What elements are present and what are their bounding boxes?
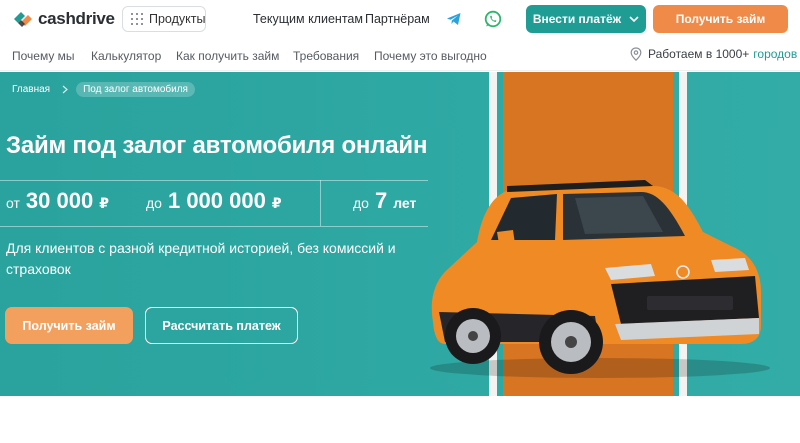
- make-payment-button[interactable]: Внести платёж: [526, 5, 646, 33]
- products-menu-button[interactable]: Продукты: [122, 6, 206, 32]
- stat-value: 30 000: [25, 188, 94, 213]
- get-loan-button[interactable]: Получить займ: [5, 307, 133, 344]
- location-pin-icon: [630, 47, 642, 61]
- breadcrumb-current: Под залог автомобиля: [76, 82, 195, 97]
- page-body: [0, 396, 800, 443]
- nav-why-profitable[interactable]: Почему это выгодно: [374, 49, 487, 63]
- telegram-icon[interactable]: [444, 9, 464, 29]
- stat-unit: ₽: [99, 195, 109, 211]
- stat-unit: ₽: [271, 195, 282, 211]
- stat-value: 1 000 000: [167, 188, 266, 213]
- nav-why-us[interactable]: Почему мы: [12, 49, 75, 63]
- stat-prefix: до: [146, 195, 162, 211]
- calculate-payment-button[interactable]: Рассчитать платеж: [145, 307, 298, 344]
- make-payment-label: Внести платёж: [532, 12, 622, 26]
- link-partners[interactable]: Партнёрам: [365, 12, 430, 26]
- whatsapp-icon[interactable]: [483, 9, 503, 29]
- link-current-clients[interactable]: Текущим клиентам: [253, 12, 363, 26]
- stat-unit: лет: [393, 195, 417, 211]
- stat-max-amount: до 1 000 000 ₽: [146, 188, 282, 214]
- nav-how-to-get-loan[interactable]: Как получить займ: [176, 49, 279, 63]
- products-grid-icon: [131, 13, 143, 25]
- nav-requirements[interactable]: Требования: [293, 49, 359, 63]
- stat-min-amount: от 30 000 ₽: [6, 188, 109, 214]
- divider: [320, 180, 321, 226]
- geo-coverage: Работаем в 1000+ городов: [630, 47, 797, 61]
- stat-max-term: до 7 лет: [353, 188, 416, 214]
- logo[interactable]: cashdrive: [12, 6, 115, 32]
- hero-banner: Главная Под залог автомобиля Займ под за…: [0, 72, 800, 396]
- logo-text: cashdrive: [38, 9, 115, 28]
- stat-prefix: от: [6, 195, 20, 211]
- divider: [0, 180, 428, 181]
- chevron-right-icon: [62, 85, 68, 94]
- nav-calculator[interactable]: Калькулятор: [91, 49, 161, 63]
- cities-link[interactable]: городов: [753, 47, 797, 61]
- top-header: cashdrive Продукты Текущим клиентам Парт…: [0, 0, 800, 38]
- section-nav: Почему мы Калькулятор Как получить займ …: [0, 38, 800, 71]
- chevron-down-icon: [629, 16, 639, 22]
- header-get-loan-button[interactable]: Получить займ: [653, 5, 788, 33]
- logo-mark-icon: [14, 12, 32, 27]
- stat-prefix: до: [353, 195, 369, 211]
- car-image: [430, 180, 770, 378]
- products-label: Продукты: [149, 12, 206, 26]
- geo-text: Работаем в 1000+: [648, 47, 750, 61]
- breadcrumb-home[interactable]: Главная: [12, 84, 50, 95]
- breadcrumb: Главная Под залог автомобиля: [12, 82, 195, 97]
- hero-subtitle: Для клиентов с разной кредитной историей…: [6, 240, 396, 277]
- divider: [0, 226, 428, 227]
- page-title: Займ под залог автомобиля онлайн: [6, 132, 428, 159]
- stat-value: 7: [374, 188, 388, 213]
